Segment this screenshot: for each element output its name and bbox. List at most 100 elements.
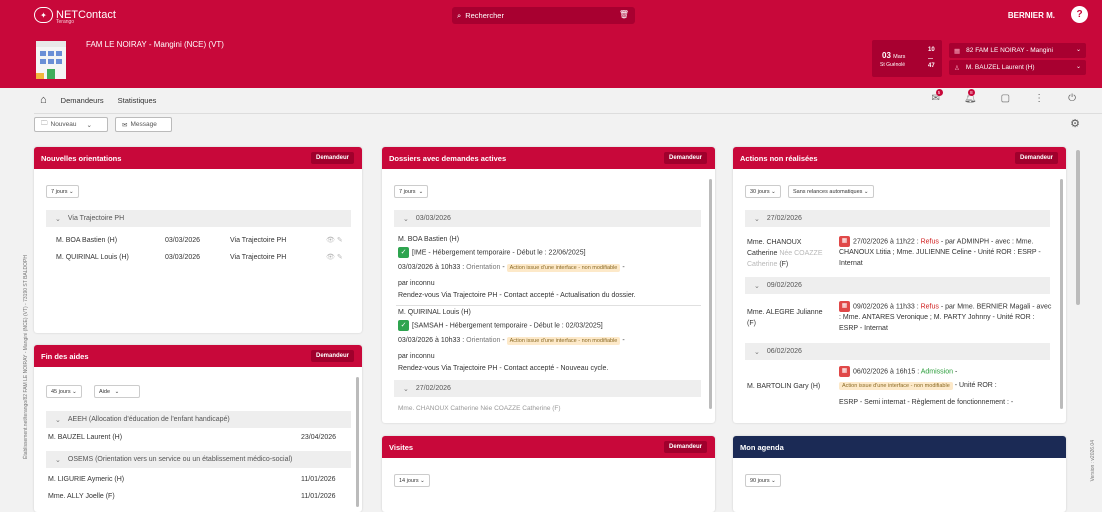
mail-icon[interactable]: ✉ 5 bbox=[932, 89, 943, 104]
panel-header: Dossiers avec demandes actives Demandeur bbox=[382, 147, 715, 169]
logo-icon: ✦ bbox=[34, 7, 53, 23]
demandeur-button[interactable]: Demandeur bbox=[1014, 152, 1058, 164]
demandeur-button[interactable]: Demandeur bbox=[310, 152, 354, 164]
entry-name-cut[interactable]: Mme. CHANOUX Catherine Née COAZZE Cather… bbox=[398, 405, 561, 412]
entry-by: par inconnu bbox=[398, 353, 435, 360]
building-small-icon: ▦ bbox=[954, 47, 961, 55]
check-icon: ✓ bbox=[398, 320, 409, 331]
page-scrollbar[interactable] bbox=[1076, 150, 1080, 305]
group-header[interactable]: ⌄ Via Trajectoire PH bbox=[46, 210, 351, 227]
row-name[interactable]: M. LIGURIE Aymeric (H) bbox=[48, 476, 124, 483]
row-name[interactable]: M. BAUZEL Laurent (H) bbox=[48, 434, 122, 441]
action-tag: Action issue d'une interface - non modif… bbox=[839, 382, 997, 390]
demandeur-button[interactable]: Demandeur bbox=[663, 441, 707, 453]
search-input[interactable]: ⌕ Rechercher 🗑︎ bbox=[452, 7, 635, 24]
relance-filter[interactable]: Sans relances automatiques ⌄ bbox=[788, 185, 874, 198]
top-bar: ✦ NETContact Terango ⌕ Rechercher 🗑︎ BER… bbox=[0, 0, 1102, 31]
panel-dossiers: Dossiers avec demandes actives Demandeur… bbox=[382, 147, 715, 423]
group-header[interactable]: ⌄ 27/02/2026 bbox=[394, 380, 701, 397]
bell-icon[interactable]: 🔔︎ 8 bbox=[964, 89, 977, 104]
group-header[interactable]: ⌄ 03/03/2026 bbox=[394, 210, 701, 227]
panel-actions: Actions non réalisées Demandeur 30 jours… bbox=[733, 147, 1066, 423]
power-icon[interactable]: ⏻ bbox=[1068, 93, 1076, 104]
new-dropdown-button[interactable]: 🗀 Nouveau ⌄ bbox=[34, 117, 108, 132]
user-name[interactable]: BERNIER M. bbox=[1008, 11, 1055, 20]
action-person[interactable]: M. BARTOLIN Gary (H) bbox=[747, 383, 820, 390]
entry-name[interactable]: M. QUIRINAL Louis (H) bbox=[398, 309, 471, 316]
nav-statistiques[interactable]: Statistiques bbox=[118, 96, 157, 105]
scrollbar[interactable] bbox=[356, 377, 359, 507]
entry-service: ✓ [SAMSAH - Hébergement temporaire - Débu… bbox=[398, 320, 603, 331]
panel-agenda: Mon agenda 90 jours ⌄ bbox=[733, 436, 1066, 512]
entry-name[interactable]: M. BOA Bastien (H) bbox=[398, 236, 459, 243]
page-title: FAM LE NOIRAY - Mangini (NCE) (VT) bbox=[86, 40, 224, 49]
chevron-down-icon: ⌄ bbox=[86, 121, 92, 129]
chevron-down-icon: ⌄ bbox=[1075, 64, 1081, 70]
panel-header: Fin des aides Demandeur bbox=[34, 345, 362, 367]
person-select[interactable]: ♙ M. BAUZEL Laurent (H) ⌄ bbox=[949, 60, 1086, 75]
action-person[interactable]: Mme. CHANOUX Catherine Née COAZZE Cather… bbox=[747, 237, 827, 270]
main-nav: ⌂ Demandeurs Statistiques ✉ 5 🔔︎ 8 ▢ ⋮ ⏻ bbox=[34, 88, 1102, 112]
aide-filter[interactable]: Aide ⌄ bbox=[94, 385, 140, 398]
panel-header: Visites Demandeur bbox=[382, 436, 715, 458]
row-name[interactable]: M. BOA Bastien (H) bbox=[56, 237, 117, 244]
chevron-down-icon: ⌄ bbox=[1075, 47, 1081, 53]
interface-tag: Action issue d'une interface - non modif… bbox=[506, 337, 621, 345]
toolbar: 🗀 Nouveau ⌄ ✉ Message ⚙ bbox=[34, 113, 1102, 135]
message-button[interactable]: ✉ Message bbox=[115, 117, 172, 132]
action-detail: ▦ 27/02/2026 à 11h22 : Refus - par ADMINP… bbox=[839, 236, 1041, 268]
group-header[interactable]: ⌄ 06/02/2026 bbox=[745, 343, 1050, 360]
period-filter[interactable]: 45 jours ⌄ bbox=[46, 385, 82, 398]
scrollbar[interactable] bbox=[709, 179, 712, 409]
action-text: ESRP - Semi internat - Règlement de fonc… bbox=[839, 399, 1014, 406]
group-header[interactable]: ⌄ 09/02/2026 bbox=[745, 277, 1050, 294]
trash-icon[interactable]: 🗑︎ bbox=[619, 10, 629, 19]
user-icon: ♙ bbox=[954, 64, 960, 72]
row-source: Via Trajectoire PH bbox=[230, 254, 287, 261]
nav-icons: ✉ 5 🔔︎ 8 ▢ ⋮ ⏻ bbox=[932, 89, 1090, 104]
search-icon: ⌕ bbox=[457, 10, 462, 20]
demandeur-button[interactable]: Demandeur bbox=[310, 350, 354, 362]
action-detail: ▦ 06/02/2026 à 16h15 : Admission - bbox=[839, 366, 1054, 377]
period-filter[interactable]: 7 jours ⌄ bbox=[394, 185, 429, 198]
demandeur-button[interactable]: Demandeur bbox=[663, 152, 707, 164]
date-today: 03 Mars bbox=[882, 51, 906, 60]
panel-header: Actions non réalisées Demandeur bbox=[733, 147, 1066, 169]
action-detail: ▦ 09/02/2026 à 11h33 : Refus - par Mme. B… bbox=[839, 301, 1052, 333]
period-filter[interactable]: 90 jours ⌄ bbox=[745, 474, 781, 487]
group-header[interactable]: ⌄ OSEMS (Orientation vers un service ou u… bbox=[46, 451, 351, 468]
row-name[interactable]: Mme. ALLY Joelle (F) bbox=[48, 493, 115, 500]
row-name[interactable]: M. QUIRINAL Louis (H) bbox=[56, 254, 129, 261]
gear-icon[interactable]: ⚙ bbox=[1070, 117, 1080, 130]
row-source: Via Trajectoire PH bbox=[230, 237, 287, 244]
establishment-select[interactable]: ▦ 82 FAM LE NOIRAY - Mangini ⌄ bbox=[949, 43, 1086, 58]
panel-header: Nouvelles orientations Demandeur bbox=[34, 147, 362, 169]
count-top: 10 bbox=[928, 47, 935, 53]
action-person[interactable]: Mme. ALEGRE Julianne (F) bbox=[747, 307, 827, 329]
nav-demandeurs[interactable]: Demandeurs bbox=[61, 96, 104, 105]
period-filter[interactable]: 7 jours ⌄ bbox=[46, 185, 79, 198]
calendar-icon: ▦ bbox=[839, 301, 850, 312]
entry-detail: Rendez-vous Via Trajectoire PH - Contact… bbox=[398, 365, 609, 372]
app-logo[interactable]: ✦ NETContact Terango bbox=[34, 7, 116, 25]
row-date: 03/03/2026 bbox=[165, 237, 201, 244]
help-button[interactable]: ? bbox=[1071, 6, 1088, 23]
period-filter[interactable]: 30 jours ⌄ bbox=[745, 185, 781, 198]
group-header[interactable]: ⌄ 27/02/2026 bbox=[745, 210, 1050, 227]
brand-sub: Terango bbox=[56, 19, 75, 25]
more-icon[interactable]: ⋮ bbox=[1034, 93, 1044, 104]
count-bottom: 47 bbox=[928, 63, 935, 69]
scrollbar[interactable] bbox=[1060, 179, 1063, 409]
eye-icon[interactable]: 👁︎ ✎ bbox=[326, 253, 343, 261]
row-date: 03/03/2026 bbox=[165, 254, 201, 261]
period-filter[interactable]: 14 jours ⌄ bbox=[394, 474, 430, 487]
group-header[interactable]: ⌄ AEEH (Allocation d'éducation de l'enfan… bbox=[46, 411, 351, 428]
date-widget: 03 Mars St Guénolé 10 — 47 bbox=[872, 40, 942, 77]
check-icon: ✓ bbox=[398, 247, 409, 258]
interface-tag: Action issue d'une interface - non modif… bbox=[506, 264, 621, 272]
note-icon[interactable]: ▢ bbox=[1001, 93, 1010, 104]
folder-icon: 🗀 bbox=[41, 120, 48, 127]
eye-icon[interactable]: 👁︎ ✎ bbox=[326, 236, 343, 244]
left-side-caption: Établissement.net/terango/82 FAM LE NOIR… bbox=[23, 255, 29, 459]
home-icon[interactable]: ⌂ bbox=[40, 94, 47, 106]
